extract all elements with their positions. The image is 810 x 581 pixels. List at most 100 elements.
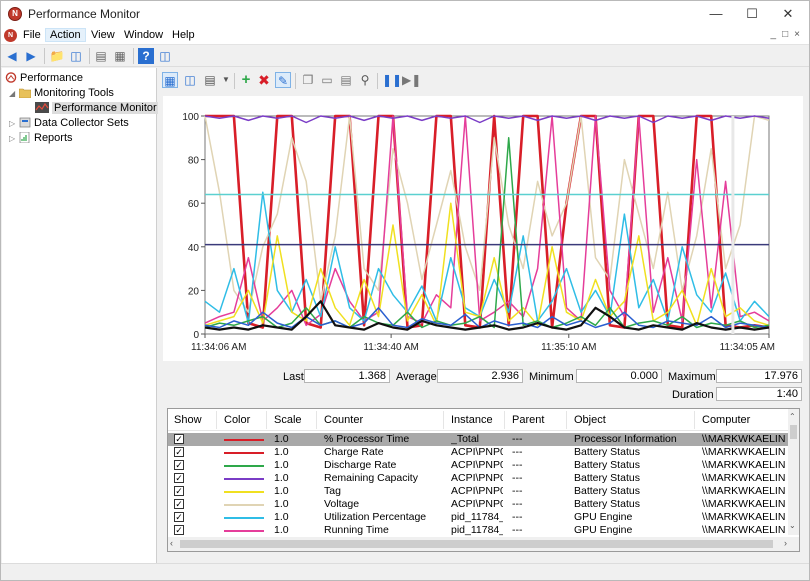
vertical-scrollbar[interactable]: ⌃ ⌄ — [788, 409, 799, 535]
menu-file[interactable]: File — [19, 29, 45, 41]
horizontal-scrollbar[interactable]: ‹ › — [168, 537, 799, 551]
parent-cell: --- — [512, 459, 523, 471]
update-data-icon[interactable]: ▶❚ — [402, 72, 421, 88]
object-cell: Battery Status — [574, 459, 640, 471]
show-checkbox[interactable]: ✓ — [174, 447, 184, 457]
counter-cell: Utilization Percentage — [324, 511, 427, 523]
instance-cell: pid_11784_l... — [451, 511, 503, 523]
table-row[interactable]: ✓ 1.0 Charge Rate ACPI\PNP0... --- Battery St… — [168, 446, 788, 459]
header-instance[interactable]: Instance — [451, 414, 493, 426]
help-icon[interactable]: ? — [138, 48, 154, 64]
tree-item-performance-monitor[interactable]: Performance Monitor — [35, 101, 159, 116]
close-button[interactable]: ✕ — [779, 5, 797, 23]
header-object[interactable]: Object — [574, 414, 606, 426]
menu-action[interactable]: Action — [45, 28, 86, 42]
show-checkbox[interactable]: ✓ — [174, 434, 184, 444]
expand-arrow-icon[interactable]: ▷ — [9, 116, 19, 131]
show-checkbox[interactable]: ✓ — [174, 499, 184, 509]
view-log-data-icon[interactable]: ◫ — [182, 72, 198, 88]
view-current-activity-icon[interactable]: ▦ — [162, 72, 178, 88]
computer-cell: \\MARKWKAELINM1 — [702, 433, 786, 445]
zoom-icon[interactable]: ⚲ — [357, 72, 373, 88]
scale-cell: 1.0 — [274, 472, 289, 484]
properties-icon[interactable]: ▤ — [93, 48, 109, 64]
up-folder-icon[interactable]: 📁 — [49, 48, 65, 64]
column-divider[interactable] — [316, 411, 317, 429]
paste-counter-list-icon[interactable]: ▭ — [319, 72, 335, 88]
scroll-left-icon[interactable]: ‹ — [170, 538, 173, 548]
show-checkbox[interactable]: ✓ — [174, 473, 184, 483]
show-hide-console-tree-icon[interactable]: ◫ — [68, 48, 84, 64]
forward-icon[interactable]: ▶ — [23, 48, 39, 64]
scroll-right-icon[interactable]: › — [784, 538, 787, 548]
parent-cell: --- — [512, 498, 523, 510]
column-divider[interactable] — [566, 411, 567, 429]
table-row[interactable]: ✓ 1.0 Voltage ACPI\PNP0... --- Battery Status… — [168, 498, 788, 511]
y-tick-label: 100 — [182, 112, 199, 123]
header-parent[interactable]: Parent — [512, 414, 544, 426]
vertical-scroll-thumb[interactable] — [790, 425, 797, 439]
header-show[interactable]: Show — [174, 414, 202, 426]
table-row[interactable]: ✓ 1.0 Discharge Rate ACPI\PNP0... --- Battery… — [168, 459, 788, 472]
tree-item-performance[interactable]: Performance — [5, 71, 83, 86]
copy-properties-icon[interactable]: ❐ — [300, 72, 316, 88]
graph-type-dropdown-icon[interactable]: ▼ — [218, 72, 234, 88]
header-counter[interactable]: Counter — [324, 414, 363, 426]
menu-view[interactable]: View — [87, 29, 119, 41]
instance-cell: ACPI\PNP0... — [451, 459, 503, 471]
instance-cell: ACPI\PNP0... — [451, 472, 503, 484]
show-checkbox[interactable]: ✓ — [174, 486, 184, 496]
menu-help[interactable]: Help — [168, 29, 199, 41]
collapse-arrow-icon[interactable]: ◢ — [9, 86, 19, 101]
change-graph-type-icon[interactable]: ▤ — [202, 72, 218, 88]
freeze-display-icon[interactable]: ❚❚ — [382, 72, 402, 88]
header-scale[interactable]: Scale — [274, 414, 302, 426]
computer-cell: \\MARKWKAELINM1 — [702, 498, 786, 510]
add-counter-icon[interactable]: + — [238, 72, 254, 88]
counter-legend-table: Show Color Scale Counter Instance Parent… — [167, 408, 800, 552]
perfmon-app-icon: N — [8, 7, 22, 21]
scroll-up-icon[interactable]: ⌃ — [789, 412, 796, 421]
child-window-controls[interactable]: _□× — [771, 29, 806, 40]
table-row[interactable]: ✓ 1.0 Remaining Capacity ACPI\PNP0... --- Bat… — [168, 472, 788, 485]
expand-arrow-icon[interactable]: ▷ — [9, 131, 19, 146]
menu-window[interactable]: Window — [120, 29, 167, 41]
table-row[interactable]: ✓ 1.0 Utilization Percentage pid_11784_l...… — [168, 511, 788, 524]
show-checkbox[interactable]: ✓ — [174, 460, 184, 470]
show-checkbox[interactable]: ✓ — [174, 525, 184, 535]
column-divider[interactable] — [504, 411, 505, 429]
table-row[interactable]: ✓ 1.0 % Processor Time _Total --- Processor I… — [168, 433, 788, 446]
scroll-down-icon[interactable]: ⌄ — [789, 521, 796, 530]
highlight-icon[interactable]: ✎ — [275, 72, 291, 88]
mmc-menu-icon[interactable]: N — [4, 29, 17, 42]
minimize-button[interactable]: — — [707, 5, 725, 23]
horizontal-scroll-thumb[interactable] — [180, 540, 773, 548]
parent-cell: --- — [512, 511, 523, 523]
object-cell: GPU Engine — [574, 511, 633, 523]
table-row[interactable]: ✓ 1.0 Tag ACPI\PNP0... --- Battery Status \\MA… — [168, 485, 788, 498]
performance-graph[interactable]: 100 80 60 40 20 0 11:34:06 AM 11:34:40 AM 11:35:… — [163, 96, 803, 361]
header-computer[interactable]: Computer — [702, 414, 750, 426]
menu-bar: N File Action View Window Help _□× — [1, 27, 809, 45]
export-list-icon[interactable]: ▦ — [112, 48, 128, 64]
column-divider[interactable] — [443, 411, 444, 429]
column-divider[interactable] — [216, 411, 217, 429]
show-action-pane-icon[interactable]: ◫ — [157, 48, 173, 64]
maximize-button[interactable]: ☐ — [743, 5, 761, 23]
column-divider[interactable] — [266, 411, 267, 429]
instance-cell: ACPI\PNP0... — [451, 485, 503, 497]
line-chart: 100 80 60 40 20 011:34:06 AM 11:34:40 AM 11:35:… — [182, 112, 775, 353]
column-divider[interactable] — [694, 411, 695, 429]
tree-item-data-collector-sets[interactable]: ▷ Data Collector Sets — [9, 116, 129, 131]
graph-properties-icon[interactable]: ▤ — [338, 72, 354, 88]
back-icon[interactable]: ◀ — [4, 48, 20, 64]
show-checkbox[interactable]: ✓ — [174, 512, 184, 522]
chart-monitor-icon — [35, 102, 49, 113]
performance-monitor-window: N Performance Monitor — ☐ ✕ N File Actio… — [0, 0, 810, 581]
tree-item-reports[interactable]: ▷ Reports — [9, 131, 73, 146]
header-color[interactable]: Color — [224, 414, 250, 426]
computer-cell: \\MARKWKAELINM1 — [702, 459, 786, 471]
tree-item-monitoring-tools[interactable]: ◢ Monitoring Tools — [9, 86, 114, 101]
delete-counter-icon[interactable]: ✖ — [256, 72, 272, 88]
table-row[interactable]: ✓ 1.0 Running Time pid_11784_l... --- GPU Eng… — [168, 524, 788, 537]
